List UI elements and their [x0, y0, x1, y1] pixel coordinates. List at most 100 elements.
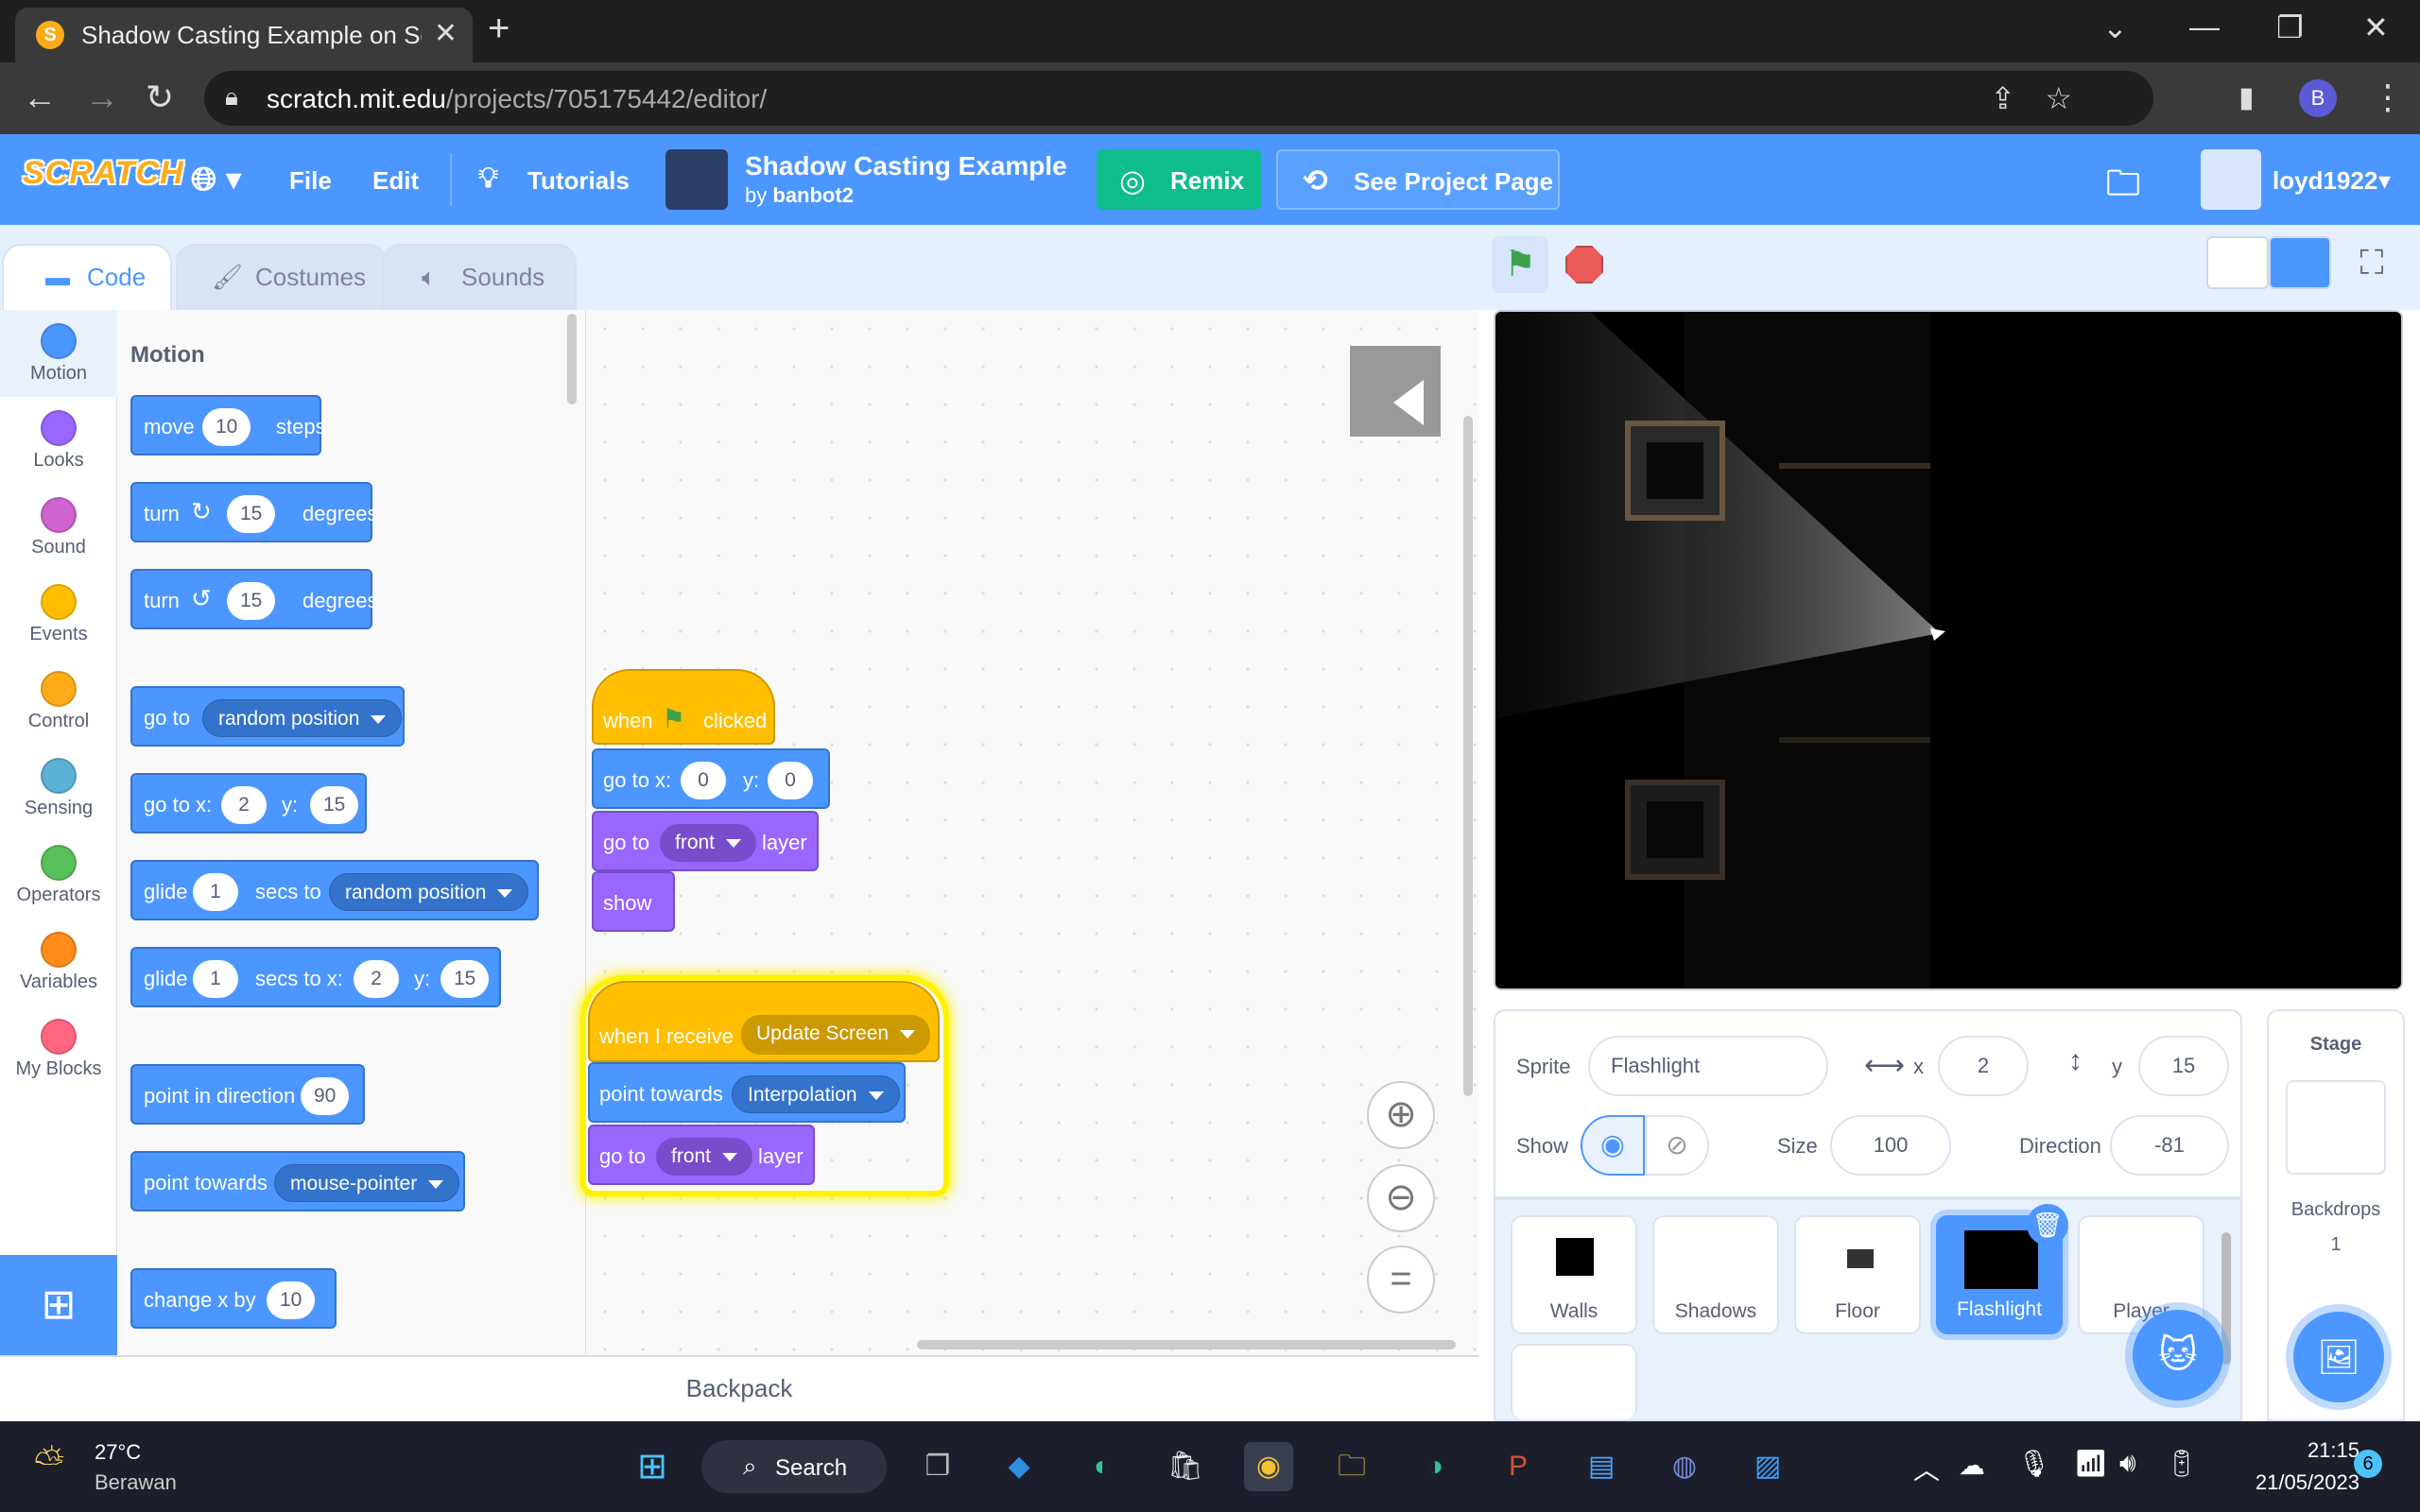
block-input[interactable]: 15	[310, 786, 359, 824]
tab-costumes[interactable]: 🖌︎ Costumes	[176, 244, 388, 310]
back-icon[interactable]: ←	[23, 77, 57, 117]
block-turn-right[interactable]: turn ↻ 15 degrees	[130, 482, 378, 542]
add-extension-button[interactable]: ⊞	[0, 1255, 117, 1355]
block-dropdown[interactable]: Interpolation	[732, 1075, 900, 1113]
category-looks[interactable]: Looks	[0, 397, 117, 484]
block-input[interactable]: 0	[681, 762, 726, 799]
browser-menu-icon[interactable]: ⋮	[2371, 77, 2405, 117]
tutorials-menu[interactable]: Tutorials	[527, 166, 630, 196]
category-motion[interactable]: Motion	[0, 310, 117, 397]
zoom-out-icon[interactable]: ⊖	[1367, 1164, 1435, 1232]
tab-code[interactable]: ▬ Code	[2, 244, 172, 310]
url-field[interactable]: 🔒︎ scratch.mit.edu/projects/705175442/ed…	[204, 71, 2153, 126]
username[interactable]: loyd1922	[2273, 166, 2377, 196]
stage-canvas[interactable]	[1494, 310, 2403, 990]
microphone-icon[interactable]: 🎙︎	[2017, 1448, 2051, 1479]
edge-icon[interactable]: ◐	[1078, 1442, 1127, 1491]
sprite-tile-floor[interactable]: Floor	[1794, 1215, 1921, 1334]
block-go-to-layer[interactable]: go to front layer	[588, 1125, 815, 1185]
block-point-direction[interactable]: point in direction 90	[130, 1064, 365, 1125]
vscode-icon[interactable]: ◆	[994, 1442, 1044, 1491]
remix-button[interactable]: ◎ Remix	[1097, 149, 1261, 210]
block-dropdown[interactable]: mouse-pointer	[274, 1164, 460, 1202]
block-go-to-xy[interactable]: go to x: 2 y: 15	[130, 773, 367, 833]
category-sensing[interactable]: Sensing	[0, 745, 117, 832]
block-input[interactable]: 15	[441, 960, 490, 998]
clock-date[interactable]: 21/05/2023	[2220, 1470, 2360, 1495]
block-dropdown[interactable]: front	[660, 824, 757, 862]
browser-tab[interactable]: S Shadow Casting Example on Scra ✕	[15, 8, 473, 62]
category-control[interactable]: Control	[0, 658, 117, 745]
block-input[interactable]: 90	[301, 1077, 350, 1115]
block-input[interactable]: 10	[267, 1281, 316, 1319]
reload-icon[interactable]: ↻	[146, 77, 174, 117]
side-panel-icon[interactable]: ▮	[2238, 81, 2255, 114]
task-view-icon[interactable]: ❐	[913, 1442, 962, 1491]
block-go-to[interactable]: go to random position	[130, 686, 405, 747]
zoom-in-icon[interactable]: ⊕	[1367, 1081, 1435, 1149]
zoom-reset-icon[interactable]: =	[1367, 1246, 1435, 1314]
powerpoint-icon[interactable]: P	[1494, 1442, 1543, 1491]
notepad-icon[interactable]: ▤	[1577, 1442, 1626, 1491]
category-operators[interactable]: Operators	[0, 832, 117, 919]
block-input[interactable]: 0	[768, 762, 813, 799]
file-menu[interactable]: File	[289, 166, 332, 196]
photos-icon[interactable]: ▨	[1743, 1442, 1792, 1491]
block-dropdown[interactable]: front	[656, 1138, 753, 1176]
block-input[interactable]: 15	[227, 582, 276, 620]
block-dropdown[interactable]: random position	[329, 873, 529, 911]
volume-icon[interactable]: 🔊︎	[2119, 1448, 2136, 1479]
block-go-to-xy[interactable]: go to x: 0 y: 0	[592, 748, 830, 809]
size-field[interactable]: 100	[1830, 1115, 1951, 1176]
green-flag-icon[interactable]: ⚑	[1492, 236, 1548, 293]
file-explorer-icon[interactable]: 🗀︎	[1327, 1442, 1376, 1491]
delete-sprite-icon[interactable]: 🗑︎	[2027, 1204, 2068, 1246]
sprite-name-field[interactable]: Flashlight	[1588, 1036, 1828, 1096]
share-icon[interactable]: ⇪	[1990, 80, 2015, 116]
show-eye-icon[interactable]: ◉	[1581, 1115, 1645, 1176]
see-project-page-button[interactable]: ⟲ See Project Page	[1276, 149, 1560, 210]
clock-time[interactable]: 21:15	[2248, 1438, 2360, 1463]
my-stuff-folder-icon[interactable]: 🗀︎	[2106, 159, 2140, 216]
wifi-icon[interactable]: 📶︎	[2074, 1448, 2108, 1479]
store-icon[interactable]: 🛍︎	[1161, 1442, 1210, 1491]
author-name[interactable]: banbot2	[772, 183, 854, 207]
block-input[interactable]: 1	[193, 960, 238, 998]
block-glide-to[interactable]: glide 1 secs to random position	[130, 860, 539, 920]
hide-eye-icon[interactable]: ⊘	[1645, 1115, 1709, 1176]
add-backdrop-button[interactable]: 🖼︎	[2293, 1312, 2384, 1402]
new-tab-icon[interactable]: +	[488, 8, 510, 50]
edge-dev-icon[interactable]: ◑	[1410, 1442, 1460, 1491]
sprite-tile-partial[interactable]	[1511, 1344, 1637, 1419]
project-title[interactable]: Shadow Casting Example	[745, 151, 1067, 181]
block-glide-xy[interactable]: glide 1 secs to x: 2 y: 15	[130, 947, 501, 1007]
palette-scrollbar[interactable]	[567, 314, 577, 404]
sprite-tile-shadows[interactable]: Shadows	[1652, 1215, 1779, 1334]
script-horizontal-scrollbar[interactable]	[917, 1340, 1456, 1349]
window-close-icon[interactable]: ✕	[2363, 9, 2389, 45]
scratch-logo[interactable]: SCRATCH	[23, 155, 183, 204]
x-field[interactable]: 2	[1938, 1036, 2029, 1096]
language-globe-icon[interactable]: 🌐︎ ▾	[191, 161, 242, 198]
tab-search-chevron-icon[interactable]: ⌄	[2102, 9, 2128, 45]
category-sound[interactable]: Sound	[0, 484, 117, 571]
block-input[interactable]: 2	[221, 786, 267, 824]
chrome-icon[interactable]: ◉	[1244, 1442, 1293, 1491]
category-events[interactable]: Events	[0, 571, 117, 658]
sprite-tile-walls[interactable]: Walls	[1511, 1215, 1637, 1334]
battery-icon[interactable]: 🔋︎	[2165, 1448, 2199, 1479]
bookmark-star-icon[interactable]: ☆	[2045, 80, 2072, 116]
tray-chevron-icon[interactable]: ︿	[1913, 1450, 1940, 1487]
block-input[interactable]: 1	[193, 873, 238, 911]
account-chevron-icon[interactable]: ▾	[2378, 166, 2391, 196]
notification-badge[interactable]: 6	[2354, 1450, 2382, 1478]
backpack[interactable]: Backpack	[0, 1355, 1478, 1421]
block-dropdown[interactable]: random position	[202, 699, 403, 737]
direction-field[interactable]: -81	[2110, 1115, 2229, 1176]
discord-icon[interactable]: ◍	[1660, 1442, 1709, 1491]
weather-cloud-icon[interactable]: ⛅︎	[34, 1442, 64, 1485]
close-tab-icon[interactable]: ✕	[434, 17, 458, 50]
block-when-flag-clicked[interactable]: when ⚑ clicked	[592, 669, 775, 745]
block-when-i-receive[interactable]: when I receive Update Screen	[588, 981, 940, 1062]
block-input[interactable]: 15	[227, 495, 276, 533]
